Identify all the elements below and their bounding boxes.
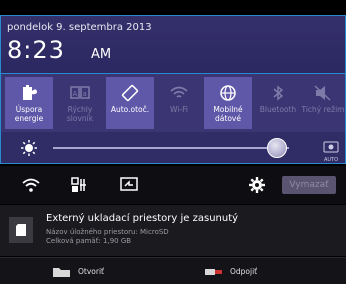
tile-label: Úspora energie (14, 105, 44, 123)
tile-mobile-data[interactable]: Mobilné dátové (204, 77, 252, 129)
clear-all-button[interactable]: Vymazať (282, 176, 336, 194)
notification-storage-total: Celková pamäť: 1,90 GB (46, 237, 132, 245)
open-button-label: Otvoriť (78, 267, 104, 276)
notification-title: Externý ukladací priestory je zasunutý (46, 213, 239, 224)
settings-button[interactable] (246, 175, 268, 195)
svg-text:A: A (73, 90, 78, 98)
disconnect-button[interactable]: Odpojiť (204, 258, 257, 284)
tile-battery-saver[interactable]: Úspora energie (5, 77, 53, 129)
auto-brightness-toggle[interactable]: AUTO (321, 138, 341, 163)
display-settings-icon (71, 177, 86, 192)
quick-settings-tiles: Úspora energie A a Rýchly slovník Auto.o… (0, 74, 346, 132)
silent-mode-icon (299, 82, 346, 104)
dictionary-icon: A a (56, 82, 104, 104)
brightness-icon (21, 140, 37, 160)
notification-header: pondelok 9. septembra 2013 8:23 AM (0, 15, 346, 74)
bluetooth-icon (254, 82, 302, 104)
tile-label: Tichý režim (301, 105, 345, 114)
wifi-icon (155, 82, 203, 104)
tile-label: Bluetooth (259, 105, 297, 114)
folder-icon (53, 267, 70, 277)
date-label: pondelok 9. septembra 2013 (7, 22, 152, 33)
wifi-settings-icon (22, 178, 40, 192)
sd-card-icon (9, 217, 33, 243)
tile-auto-rotate[interactable]: Auto.otoč. (106, 77, 154, 129)
gear-icon (249, 177, 265, 193)
tile-silent-mode[interactable]: Tichý režim (299, 77, 346, 129)
tile-quick-dictionary[interactable]: A a Rýchly slovník (56, 77, 104, 129)
notification-actions: Otvoriť Odpojiť (0, 257, 346, 284)
auto-brightness-icon (323, 141, 339, 153)
tile-wifi[interactable]: Wi-Fi (155, 77, 203, 129)
notification-storage-name: Názov úložného priestoru: MicroSD (46, 228, 169, 236)
storage-notification[interactable]: Externý ukladací priestory je zasunutý N… (0, 205, 346, 256)
quick-actions-bar: Vymazať (0, 166, 346, 204)
brightness-slider-thumb[interactable] (267, 138, 288, 158)
tile-label: Wi-Fi (170, 105, 188, 114)
status-bar (0, 0, 346, 14)
wifi-settings-button[interactable] (20, 175, 42, 195)
clock-time: 8:23 (7, 36, 65, 64)
tile-label: Mobilné dátové (213, 105, 243, 123)
svg-text:a: a (83, 90, 87, 98)
tile-bluetooth[interactable]: Bluetooth (254, 77, 302, 129)
disconnect-button-label: Odpojiť (230, 267, 258, 276)
clock-ampm: AM (91, 47, 112, 62)
mobile-data-icon (204, 82, 252, 104)
auto-brightness-label: AUTO (323, 157, 339, 163)
battery-saver-icon (5, 82, 53, 104)
tile-label: Auto.otoč. (110, 105, 150, 114)
eject-icon (205, 268, 222, 275)
open-button[interactable]: Otvoriť (52, 258, 104, 284)
auto-rotate-icon (106, 82, 154, 104)
display-settings-button[interactable] (68, 175, 90, 195)
cast-icon (120, 177, 138, 191)
brightness-panel: AUTO (0, 132, 346, 164)
screen-cast-button[interactable] (118, 175, 140, 195)
brightness-slider-track[interactable] (53, 147, 289, 149)
tile-label: Rýchly slovník (66, 105, 94, 123)
